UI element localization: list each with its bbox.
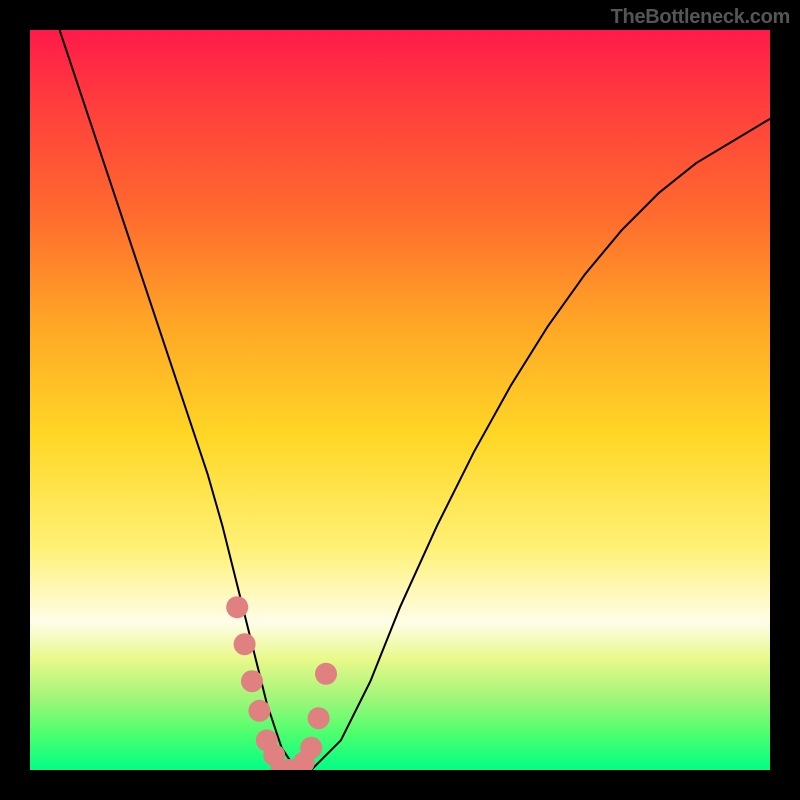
highlight-point bbox=[308, 707, 330, 729]
highlight-point bbox=[241, 670, 263, 692]
chart-plot-area bbox=[30, 30, 770, 770]
watermark-text: TheBottleneck.com bbox=[611, 6, 790, 29]
highlight-points bbox=[226, 596, 337, 770]
highlight-point bbox=[234, 633, 256, 655]
highlight-point bbox=[248, 700, 270, 722]
bottleneck-curve bbox=[60, 30, 770, 770]
chart-svg bbox=[30, 30, 770, 770]
highlight-point bbox=[226, 596, 248, 618]
highlight-point bbox=[315, 663, 337, 685]
highlight-point bbox=[300, 737, 322, 759]
